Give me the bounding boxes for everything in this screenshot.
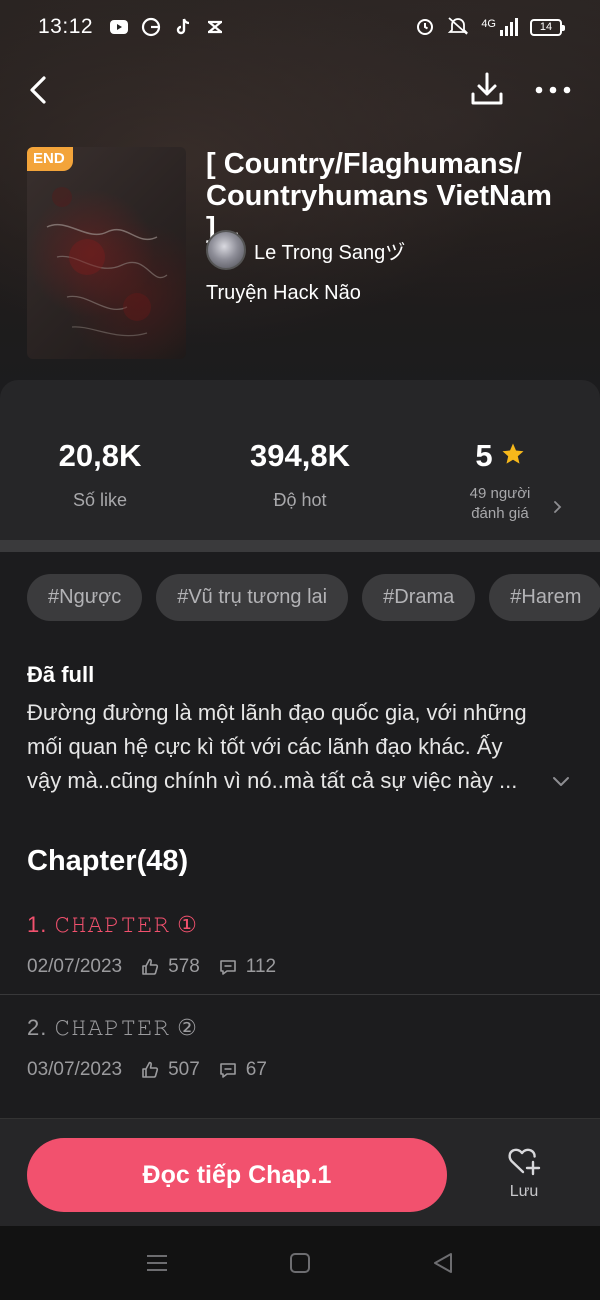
- end-badge: END: [27, 147, 73, 171]
- author-avatar[interactable]: [206, 230, 246, 270]
- rating-value-row: 5: [400, 438, 600, 474]
- status-indicators: 4G 14: [415, 16, 565, 39]
- save-button[interactable]: Lưu: [494, 1143, 554, 1213]
- description-line: vậy mà..cũng chính vì nó..mà tất cả sự v…: [27, 768, 518, 793]
- chapter-date: 02/07/2023: [27, 956, 123, 977]
- back-button[interactable]: [22, 72, 58, 108]
- likes-label: Số like: [72, 490, 128, 510]
- rating-value: 5: [475, 438, 493, 473]
- chapter-date: 03/07/2023: [27, 1059, 123, 1080]
- chapter-likes: 507: [168, 1059, 200, 1080]
- home-icon[interactable]: [288, 1251, 312, 1275]
- comment-icon: [218, 1060, 238, 1080]
- chapter-item[interactable]: 2. 𝙲𝙷𝙰𝙿𝚃𝙴𝚁 ② 03/07/2023 507 67: [0, 1015, 600, 1118]
- network-type: 4G: [481, 18, 496, 30]
- heart-add-icon: [508, 1148, 541, 1176]
- chapter-title[interactable]: 1. 𝙲𝙷𝙰𝙿𝚃𝙴𝚁 ①: [27, 912, 198, 938]
- chevron-right-icon[interactable]: [548, 498, 566, 516]
- section-divider: [0, 540, 600, 552]
- chevron-down-icon[interactable]: [550, 770, 572, 792]
- status-time: 13:12: [38, 15, 94, 38]
- bottom-action-bar: Đọc tiếp Chap.1 Lưu: [0, 1118, 600, 1226]
- story-cover-image: [27, 147, 186, 359]
- thumbs-up-icon: [140, 1060, 160, 1080]
- chapter-title[interactable]: 2. 𝙲𝙷𝙰𝙿𝚃𝙴𝚁 ②: [27, 1015, 198, 1041]
- hot-value: 394,8K: [250, 438, 350, 473]
- tag-chip[interactable]: #Harem: [489, 574, 600, 621]
- hot-label: Độ hot: [273, 490, 327, 510]
- cover-artwork: [46, 187, 168, 337]
- row-divider: [0, 994, 600, 995]
- chapter-comments: 67: [245, 1059, 267, 1080]
- tag-chip[interactable]: #Ngược: [27, 574, 143, 621]
- tag-list: #Ngược #Vũ trụ tương lai #Drama #Harem: [27, 574, 600, 621]
- save-label: Lưu: [509, 1183, 539, 1200]
- rating-caption: đánh giá: [471, 505, 529, 522]
- description-line: Đường đường là một lãnh đạo quốc gia, vớ…: [27, 700, 527, 725]
- tag-chip[interactable]: #Drama: [362, 574, 476, 621]
- battery-level: 14: [539, 21, 553, 33]
- author-row[interactable]: Le Trong Sangヅ: [206, 230, 405, 270]
- g-icon: [141, 17, 161, 37]
- comment-icon: [218, 957, 238, 977]
- chapter-meta: 03/07/2023 507 67: [27, 1059, 267, 1081]
- rating-label: 49 người đánh giá: [400, 484, 600, 524]
- status-app-icons: [109, 17, 225, 37]
- author-name[interactable]: Le Trong Sangヅ: [254, 236, 405, 265]
- likes-value: 20,8K: [58, 438, 142, 473]
- mute-icon: [447, 16, 469, 39]
- youtube-icon: [109, 17, 129, 37]
- chapter-meta: 02/07/2023 578 112: [27, 956, 276, 978]
- top-navigation: [0, 68, 600, 112]
- tiktok-icon: [173, 17, 193, 37]
- menu-icon[interactable]: [145, 1251, 169, 1275]
- chapter-heading: Chapter(48): [27, 845, 189, 877]
- hot-stat: 394,8K Độ hot: [200, 438, 400, 511]
- status-bar: 13:12 4G 14: [0, 0, 600, 54]
- download-button[interactable]: [468, 70, 506, 108]
- completion-status: Đã full: [27, 662, 95, 687]
- signal-icon: 4G: [481, 18, 518, 36]
- thumbs-up-icon: [140, 957, 160, 977]
- battery-icon: 14: [530, 18, 565, 36]
- alarm-icon: [415, 16, 435, 39]
- stats-card: 20,8K Số like 394,8K Độ hot 5 49 người đ…: [0, 380, 600, 540]
- description-line: mối quan hệ cực kì tốt với các lãnh đạo …: [27, 734, 503, 759]
- story-category[interactable]: Truyện Hack Não: [206, 282, 361, 305]
- rating-count: 49 người: [469, 485, 531, 502]
- rating-stat[interactable]: 5 49 người đánh giá: [400, 438, 600, 524]
- story-description[interactable]: Đường đường là một lãnh đạo quốc gia, vớ…: [27, 696, 547, 798]
- story-header: 13:12 4G 14 END [Country/Flaghumans/ Co…: [0, 0, 600, 400]
- back-triangle-icon[interactable]: [431, 1251, 455, 1275]
- likes-stat: 20,8K Số like: [0, 438, 200, 511]
- chapter-likes: 578: [168, 956, 200, 977]
- tag-chip[interactable]: #Vũ trụ tương lai: [156, 574, 349, 621]
- more-options-button[interactable]: [532, 72, 574, 108]
- continue-reading-button[interactable]: Đọc tiếp Chap.1: [27, 1138, 447, 1212]
- capcut-icon: [205, 17, 225, 37]
- star-icon: [501, 438, 525, 474]
- system-navigation-bar: [0, 1226, 600, 1300]
- chapter-item[interactable]: 1. 𝙲𝙷𝙰𝙿𝚃𝙴𝚁 ① 02/07/2023 578 112: [0, 912, 600, 1015]
- chapter-comments: 112: [245, 956, 277, 977]
